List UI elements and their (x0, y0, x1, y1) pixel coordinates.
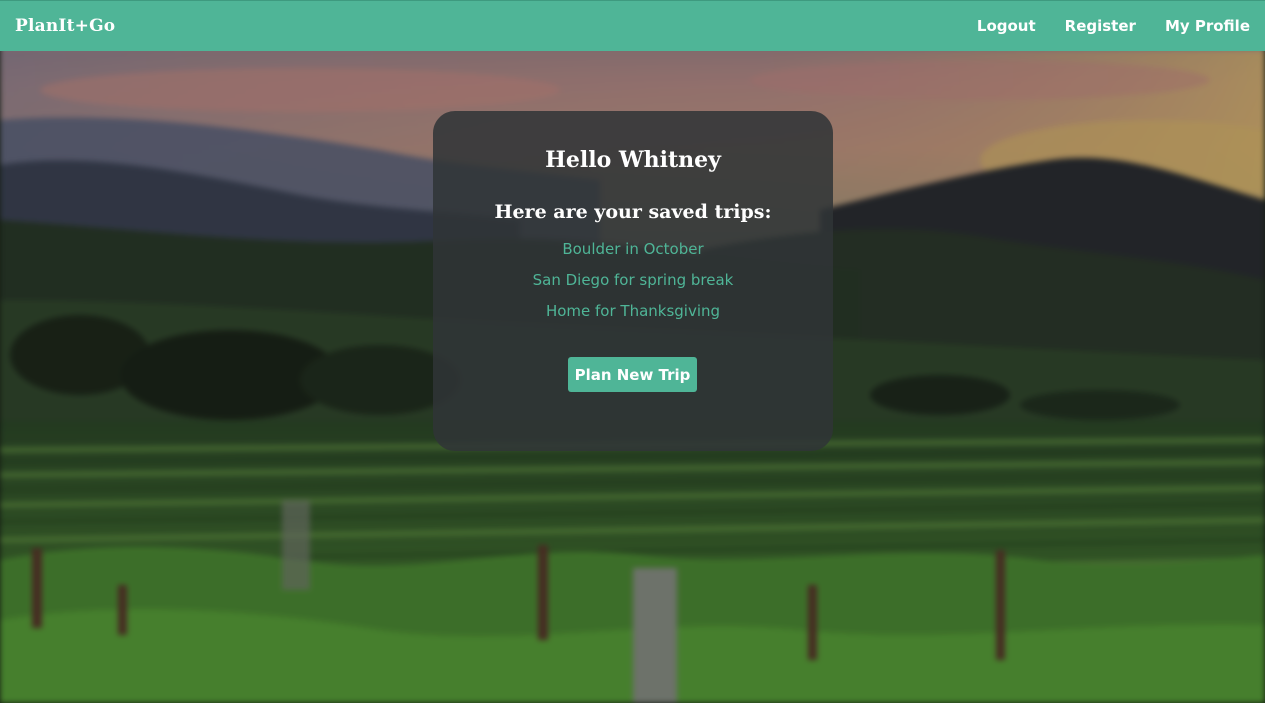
register-link[interactable]: Register (1065, 17, 1136, 35)
greeting-heading: Hello Whitney (545, 147, 721, 173)
list-item: Home for Thanksgiving (433, 301, 833, 332)
my-profile-link[interactable]: My Profile (1165, 17, 1250, 35)
nav-links: Logout Register My Profile (948, 17, 1250, 35)
list-item: San Diego for spring break (433, 270, 833, 301)
list-item: Boulder in October (433, 239, 833, 270)
trip-link-boulder[interactable]: Boulder in October (562, 240, 703, 258)
top-navbar: PlanIt+Go Logout Register My Profile (0, 0, 1265, 51)
saved-trips-heading: Here are your saved trips: (494, 201, 772, 223)
saved-trips-list: Boulder in October San Diego for spring … (433, 239, 833, 332)
trip-link-san-diego[interactable]: San Diego for spring break (533, 271, 734, 289)
logout-link[interactable]: Logout (977, 17, 1036, 35)
saved-trips-card: Hello Whitney Here are your saved trips:… (433, 111, 833, 451)
brand-logo-link[interactable]: PlanIt+Go (15, 16, 115, 36)
plan-new-trip-button[interactable]: Plan New Trip (568, 357, 697, 392)
trip-link-home-thanksgiving[interactable]: Home for Thanksgiving (546, 302, 720, 320)
